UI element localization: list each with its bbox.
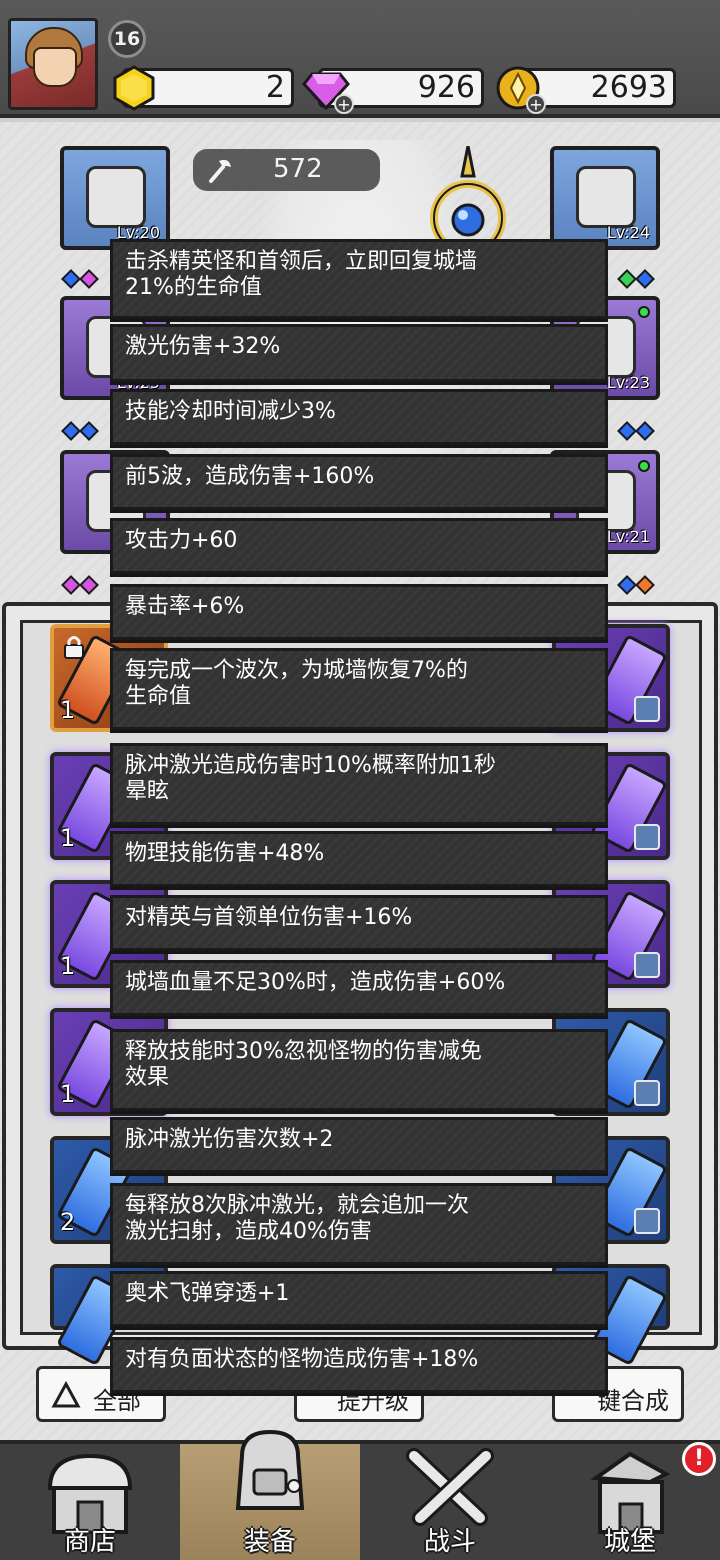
equip-level: Lv:24: [606, 223, 650, 242]
equip-slot-armor[interactable]: Lv:25: [60, 296, 170, 400]
card-count: 2: [60, 1208, 76, 1236]
equip-level: Lv:21: [606, 527, 650, 546]
gem-sockets: [617, 269, 655, 289]
gem-sockets: [617, 575, 655, 595]
tab-battle[interactable]: 战斗: [360, 1444, 540, 1560]
inventory-card[interactable]: [50, 1264, 168, 1367]
inventory-card[interactable]: 1: [50, 624, 168, 732]
equip-slot-ring[interactable]: Lv:21: [550, 450, 660, 554]
gold-gem-value: 2: [265, 70, 285, 105]
tab-battle-label: 战斗: [423, 1527, 476, 1557]
new-indicator: [638, 306, 650, 318]
gem-sockets: [61, 421, 99, 441]
necklace-icon: [576, 316, 636, 378]
upgrade-label: 提升级: [337, 1387, 409, 1415]
coin-value: 2693: [590, 70, 667, 105]
gloves-icon: [576, 166, 636, 228]
attack-power-box: 572: [193, 149, 380, 191]
attack-power-value: 572: [273, 154, 323, 184]
card-count: 1: [60, 952, 76, 980]
equip-slot-necklace[interactable]: Lv:23: [550, 296, 660, 400]
top-bar: 16 2 926 + 2693 +: [0, 0, 720, 118]
inventory-card[interactable]: 1: [50, 880, 168, 988]
upgrade-button[interactable]: 提升级: [294, 1366, 424, 1422]
castle-alert-badge: !: [682, 1442, 716, 1476]
avatar-face: [33, 47, 77, 87]
equip-level: Lv:23: [606, 373, 650, 392]
player-level-badge: 16: [108, 20, 146, 58]
helmet-type-icon: [634, 952, 660, 978]
diamond-value: 926: [417, 70, 475, 105]
equip-slot-gloves[interactable]: Lv:24: [550, 146, 660, 250]
equip-slot-boots[interactable]: [60, 450, 170, 554]
inventory-card[interactable]: [552, 624, 670, 732]
filter-all-label: 全部: [93, 1387, 141, 1415]
equip-level: Lv:20: [116, 223, 160, 242]
gem-sockets: [61, 269, 99, 289]
card-count: 1: [60, 696, 76, 724]
merge-label: 键合成: [597, 1387, 669, 1415]
armor-icon: [86, 316, 146, 378]
gem-sockets: [617, 421, 655, 441]
tab-equipment-label: 装备: [243, 1527, 296, 1557]
tab-shop[interactable]: 商店: [0, 1444, 180, 1560]
tab-shop-label: 商店: [63, 1527, 116, 1557]
inventory-card[interactable]: 1: [50, 752, 168, 860]
ring-type-icon: [634, 1080, 660, 1106]
helmet-icon: [86, 166, 146, 228]
backpack-icon: [235, 1429, 305, 1510]
staff-orb-icon: [430, 146, 506, 256]
new-indicator: [638, 460, 650, 472]
boots-type-icon: [634, 824, 660, 850]
card-count: 1: [60, 824, 76, 852]
equip-level: Lv:25: [116, 373, 160, 392]
ring-icon: [576, 470, 636, 532]
inventory-card[interactable]: 1: [50, 1008, 168, 1116]
inventory-card[interactable]: [552, 1008, 670, 1116]
gem-sockets: [61, 575, 99, 595]
inventory-card[interactable]: [552, 1264, 670, 1367]
player-avatar[interactable]: [8, 18, 98, 110]
filter-all-button[interactable]: 全部: [36, 1366, 166, 1422]
card-count: 1: [60, 1080, 76, 1108]
add-coin-button[interactable]: +: [526, 94, 546, 114]
boots-icon: [86, 470, 146, 532]
inventory-card[interactable]: [552, 880, 670, 988]
inventory-card[interactable]: [552, 1136, 670, 1244]
tab-equipment[interactable]: 装备: [180, 1429, 360, 1560]
merge-button[interactable]: 键合成: [552, 1366, 684, 1422]
add-diamond-button[interactable]: +: [334, 94, 354, 114]
inventory-card[interactable]: 2: [50, 1136, 168, 1244]
hexagon-gold-icon: [113, 65, 155, 111]
armor-type-icon: [634, 696, 660, 722]
tab-castle-label: 城堡: [603, 1527, 656, 1557]
equip-slot-helmet[interactable]: Lv:20: [60, 146, 170, 250]
staff-power-icon: [209, 159, 231, 183]
boots-type-icon: [634, 1208, 660, 1234]
inventory-card[interactable]: [552, 752, 670, 860]
triangle-filter-icon: [51, 1381, 81, 1408]
bottom-nav: 商店 装备 战斗 城堡: [0, 1429, 720, 1560]
